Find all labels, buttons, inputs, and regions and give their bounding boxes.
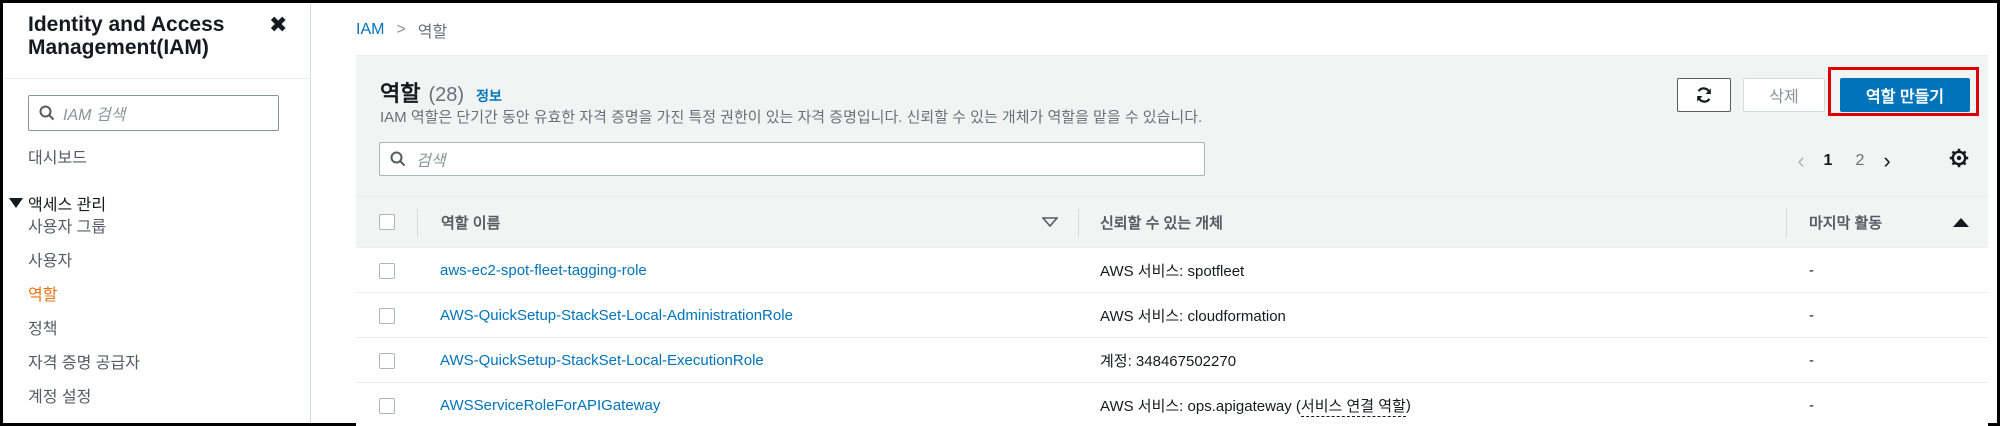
column-divider [1078, 209, 1079, 237]
sidebar-item-identity-providers[interactable]: 자격 증명 공급자 [28, 349, 140, 373]
last-activity: - [1809, 352, 1814, 369]
breadcrumb-current: 역할 [417, 24, 448, 41]
service-linked-role-label[interactable]: 서비스 연결 역할 [1300, 395, 1406, 417]
trusted-entity: AWS 서비스: spotfleet [1100, 263, 1245, 280]
table-header: 역할 이름 신뢰할 수 있는 개체 마지막 활동 [356, 196, 1988, 248]
refresh-icon [1697, 87, 1711, 103]
table-row: AWSServiceRoleForAPIGateway AWS 서비스: ops… [356, 383, 1988, 426]
row-checkbox[interactable] [379, 248, 395, 293]
pagination: ‹ 1 2 › [1790, 148, 1898, 174]
role-name-link[interactable]: AWS-QuickSetup-StackSet-Local-ExecutionR… [440, 338, 764, 383]
sort-caret-up-icon[interactable] [1953, 197, 1969, 247]
table-search-input[interactable]: 검색 [379, 142, 1205, 176]
trusted-entity: AWS 서비스: ops.apigateway (서비스 연결 역할) [1100, 383, 1411, 426]
sidebar-search-placeholder: IAM 검색 [63, 107, 126, 124]
table-search-placeholder: 검색 [416, 153, 446, 170]
row-checkbox[interactable] [379, 293, 395, 338]
page-title: 역할 (28) 정보 [380, 76, 502, 108]
trusted-entity-end: ) [1405, 397, 1411, 414]
last-activity: - [1809, 262, 1814, 279]
sidebar: Identity and Access Management(IAM) ✖ IA… [3, 3, 311, 423]
next-page-icon[interactable]: › [1876, 148, 1898, 174]
column-header-last-activity[interactable]: 마지막 활동 [1809, 197, 1882, 247]
last-activity: - [1809, 307, 1814, 324]
refresh-button[interactable] [1677, 78, 1731, 112]
breadcrumb-iam-link[interactable]: IAM [356, 21, 384, 39]
page-2-button[interactable]: 2 [1844, 152, 1876, 170]
role-count: (28) [428, 84, 465, 106]
table-row: aws-ec2-spot-fleet-tagging-role AWS 서비스:… [356, 248, 1988, 293]
delete-button[interactable]: 삭제 [1743, 78, 1825, 112]
search-icon [390, 151, 406, 167]
breadcrumb: IAM > 역할 [356, 18, 447, 42]
prev-page-icon[interactable]: ‹ [1790, 148, 1812, 174]
column-divider [1786, 209, 1787, 237]
column-header-role-name[interactable]: 역할 이름 [441, 197, 500, 247]
page-1-button[interactable]: 1 [1812, 152, 1844, 170]
row-checkbox[interactable] [379, 383, 395, 426]
trusted-entity-text: AWS 서비스: ops.apigateway ( [1100, 398, 1301, 415]
roles-panel: 역할 (28) 정보 IAM 역할은 단기간 동안 유효한 자격 증명을 가진 … [356, 55, 1988, 426]
sidebar-search-input[interactable]: IAM 검색 [28, 95, 279, 131]
sidebar-item-dashboard[interactable]: 대시보드 [28, 144, 87, 168]
sidebar-item-roles[interactable]: 역할 [28, 281, 57, 305]
sidebar-item-users[interactable]: 사용자 [28, 247, 72, 271]
create-role-button[interactable]: 역할 만들기 [1840, 78, 1970, 112]
role-name-link[interactable]: AWSServiceRoleForAPIGateway [440, 383, 660, 426]
select-all-checkbox[interactable] [379, 197, 395, 247]
sidebar-section-access-management[interactable]: 액세스 관리 [9, 191, 106, 215]
caret-down-icon [9, 198, 23, 208]
trusted-entity: 계정: 348467502270 [1100, 353, 1237, 370]
gear-icon[interactable] [1949, 148, 1969, 173]
last-activity: - [1809, 397, 1814, 414]
sort-caret-down-icon[interactable] [1042, 197, 1058, 247]
table-row: AWS-QuickSetup-StackSet-Local-ExecutionR… [356, 338, 1988, 383]
trusted-entity: AWS 서비스: cloudformation [1100, 308, 1286, 325]
row-checkbox[interactable] [379, 338, 395, 383]
search-icon [39, 105, 55, 121]
role-name-link[interactable]: AWS-QuickSetup-StackSet-Local-Administra… [440, 293, 793, 338]
sidebar-title: Identity and Access Management(IAM) [28, 13, 225, 59]
role-name-link[interactable]: aws-ec2-spot-fleet-tagging-role [440, 248, 647, 293]
sidebar-item-policies[interactable]: 정책 [28, 315, 57, 339]
column-divider [417, 209, 418, 237]
page-description: IAM 역할은 단기간 동안 유효한 자격 증명을 가진 특정 권한이 있는 자… [380, 109, 1203, 126]
panel-header: 역할 (28) 정보 IAM 역할은 단기간 동안 유효한 자격 증명을 가진 … [356, 56, 1988, 196]
sidebar-item-user-groups[interactable]: 사용자 그룹 [28, 213, 106, 237]
info-link[interactable]: 정보 [476, 86, 502, 106]
close-icon[interactable]: ✖ [269, 12, 287, 38]
sidebar-section-label: 액세스 관리 [28, 197, 107, 214]
column-header-trusted-entity[interactable]: 신뢰할 수 있는 개체 [1100, 197, 1223, 247]
table-row: AWS-QuickSetup-StackSet-Local-Administra… [356, 293, 1988, 338]
page-title-text: 역할 [380, 81, 421, 106]
chevron-right-icon: > [396, 21, 406, 38]
sidebar-divider [3, 78, 311, 79]
sidebar-item-account-settings[interactable]: 계정 설정 [28, 383, 91, 407]
